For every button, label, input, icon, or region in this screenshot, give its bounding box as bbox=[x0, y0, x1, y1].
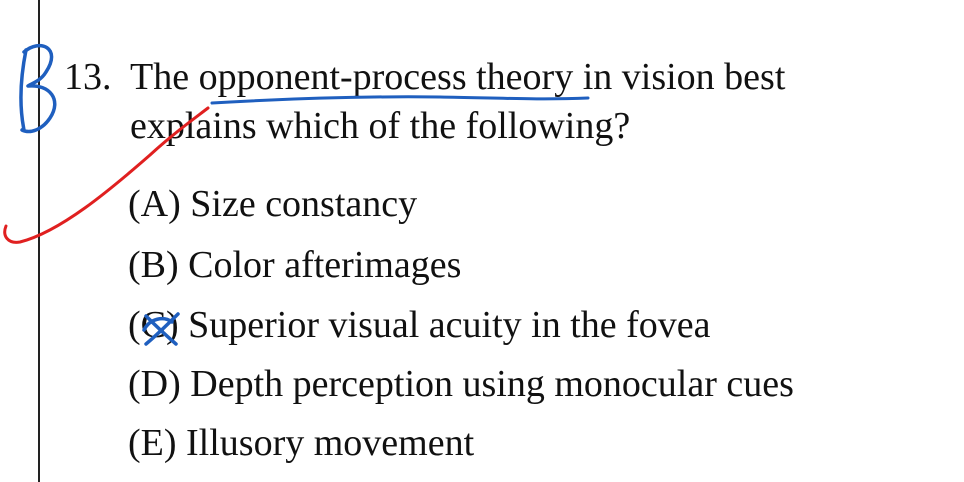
option-a[interactable]: (A) Size constancy bbox=[128, 182, 417, 226]
question-text-line-1: The opponent-process theory in vision be… bbox=[130, 56, 786, 98]
option-text: Superior visual acuity in the fovea bbox=[188, 304, 711, 346]
option-letter: (B) bbox=[128, 244, 179, 286]
option-letter: (C) bbox=[128, 304, 179, 346]
option-text: Size constancy bbox=[190, 183, 418, 225]
question-number: 13. bbox=[64, 56, 112, 98]
option-e[interactable]: (E) Illusory movement bbox=[128, 421, 474, 465]
option-text: Depth perception using monocular cues bbox=[190, 363, 794, 405]
option-d[interactable]: (D) Depth perception using monocular cue… bbox=[128, 362, 794, 406]
option-letter: (D) bbox=[128, 363, 181, 405]
question-text-line-2: explains which of the following? bbox=[130, 105, 631, 147]
option-c[interactable]: (C) Superior visual acuity in the fovea bbox=[128, 303, 711, 347]
option-text: Illusory movement bbox=[186, 422, 475, 464]
option-b[interactable]: (B) Color afterimages bbox=[128, 243, 461, 287]
option-text: Color afterimages bbox=[188, 244, 462, 286]
option-letter: (A) bbox=[128, 183, 181, 225]
margin-line bbox=[38, 0, 40, 482]
option-letter: (E) bbox=[128, 422, 177, 464]
